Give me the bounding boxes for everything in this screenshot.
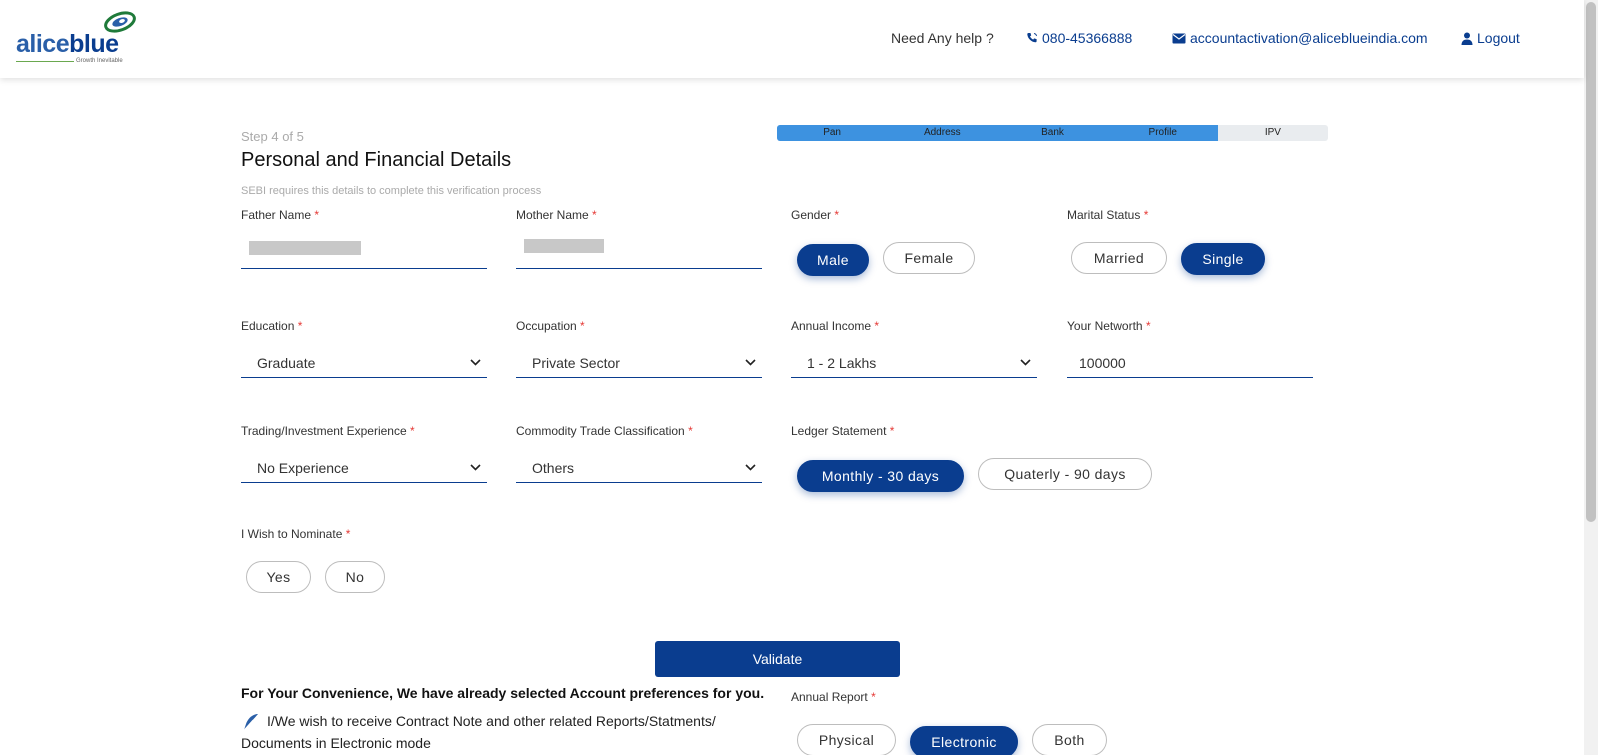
help-text: Need Any help ? <box>891 30 994 46</box>
nominate-label: I Wish to Nominate * <box>241 527 351 541</box>
scrollbar-thumb[interactable] <box>1586 2 1596 522</box>
gender-female-button[interactable]: Female <box>883 242 975 274</box>
marital-single-button[interactable]: Single <box>1181 243 1265 275</box>
page-subtitle: SEBI requires this details to complete t… <box>241 185 542 197</box>
experience-select[interactable]: No Experience <box>241 455 487 483</box>
annual-report-label: Annual Report * <box>791 690 876 704</box>
redacted-value <box>249 241 361 255</box>
annual-income-label: Annual Income * <box>791 319 880 333</box>
user-icon <box>1461 32 1473 45</box>
mother-name-input[interactable] <box>516 239 762 269</box>
email-link[interactable]: accountactivation@aliceblueindia.com <box>1172 30 1428 46</box>
networth-input[interactable]: 100000 <box>1067 350 1313 378</box>
commodity-label: Commodity Trade Classification * <box>516 424 693 438</box>
networth-label: Your Networth * <box>1067 319 1151 333</box>
progress-step-ipv: IPV <box>1264 127 1281 138</box>
nominate-yes-button[interactable]: Yes <box>246 561 311 593</box>
gender-male-button[interactable]: Male <box>797 244 869 276</box>
progress-step-bank: Bank <box>1041 127 1064 138</box>
electronic-consent: I/We wish to receive Contract Note and o… <box>241 711 716 731</box>
ledger-quarterly-button[interactable]: Quaterly - 90 days <box>978 458 1152 490</box>
consent-line-2: Documents in Electronic mode <box>241 735 431 751</box>
progress-step-pan: Pan <box>823 127 841 138</box>
redacted-value <box>524 239 604 253</box>
annual-report-electronic-button[interactable]: Electronic <box>910 726 1018 755</box>
preferences-heading: For Your Convenience, We have already se… <box>241 685 765 701</box>
education-select[interactable]: Graduate <box>241 350 487 378</box>
top-header: aliceblue Growth Inevitable Need Any hel… <box>0 0 1584 78</box>
page-title: Personal and Financial Details <box>241 149 512 171</box>
phone-icon <box>1027 33 1037 43</box>
chevron-down-icon <box>470 359 481 366</box>
gender-label: Gender * <box>791 208 840 222</box>
annual-report-physical-button[interactable]: Physical <box>797 724 896 755</box>
progress-step-address: Address <box>923 127 961 138</box>
annual-income-value: 1 - 2 Lakhs <box>807 355 877 371</box>
networth-value: 100000 <box>1079 355 1126 371</box>
email-address: accountactivation@aliceblueindia.com <box>1190 30 1428 46</box>
feather-icon <box>243 714 258 731</box>
occupation-label: Occupation * <box>516 319 585 333</box>
marital-status-label: Marital Status * <box>1067 208 1149 222</box>
chevron-down-icon <box>470 464 481 471</box>
annual-income-select[interactable]: 1 - 2 Lakhs <box>791 350 1037 378</box>
progress-step-profile: Profile <box>1148 127 1177 138</box>
progress-steps: Pan Address Bank Profile IPV <box>777 125 1328 141</box>
chevron-down-icon <box>745 359 756 366</box>
marital-married-button[interactable]: Married <box>1071 242 1167 274</box>
consent-line-1: I/We wish to receive Contract Note and o… <box>267 713 716 729</box>
onboarding-progress-bar: Pan Address Bank Profile IPV <box>777 125 1328 141</box>
chevron-down-icon <box>745 464 756 471</box>
mother-name-label: Mother Name * <box>516 208 597 222</box>
logout-label: Logout <box>1477 30 1520 46</box>
phone-link[interactable]: 080-45366888 <box>1026 30 1132 46</box>
ledger-monthly-button[interactable]: Monthly - 30 days <box>797 460 964 492</box>
logo-underline <box>16 61 74 62</box>
nominate-no-button[interactable]: No <box>325 561 385 593</box>
experience-value: No Experience <box>257 460 349 476</box>
occupation-value: Private Sector <box>532 355 620 371</box>
phone-number: 080-45366888 <box>1042 30 1133 46</box>
father-name-input[interactable] <box>241 241 487 269</box>
occupation-select[interactable]: Private Sector <box>516 350 762 378</box>
father-name-label: Father Name * <box>241 208 320 222</box>
education-label: Education * <box>241 319 303 333</box>
logo-wordmark: aliceblue <box>16 30 119 58</box>
chevron-down-icon <box>1020 359 1031 366</box>
commodity-select[interactable]: Others <box>516 455 762 483</box>
experience-label: Trading/Investment Experience * <box>241 424 415 438</box>
vertical-scrollbar[interactable] <box>1584 0 1598 755</box>
aliceblue-logo[interactable]: aliceblue Growth Inevitable <box>14 10 138 68</box>
logo-tagline: Growth Inevitable <box>76 58 123 64</box>
page: aliceblue Growth Inevitable Need Any hel… <box>0 0 1598 755</box>
step-indicator: Step 4 of 5 <box>241 129 304 144</box>
commodity-value: Others <box>532 460 575 476</box>
ledger-label: Ledger Statement * <box>791 424 895 438</box>
logout-link[interactable]: Logout <box>1461 30 1520 46</box>
education-value: Graduate <box>257 355 316 371</box>
validate-button[interactable]: Validate <box>655 641 900 677</box>
annual-report-both-button[interactable]: Both <box>1032 724 1107 755</box>
envelope-icon <box>1172 33 1186 43</box>
